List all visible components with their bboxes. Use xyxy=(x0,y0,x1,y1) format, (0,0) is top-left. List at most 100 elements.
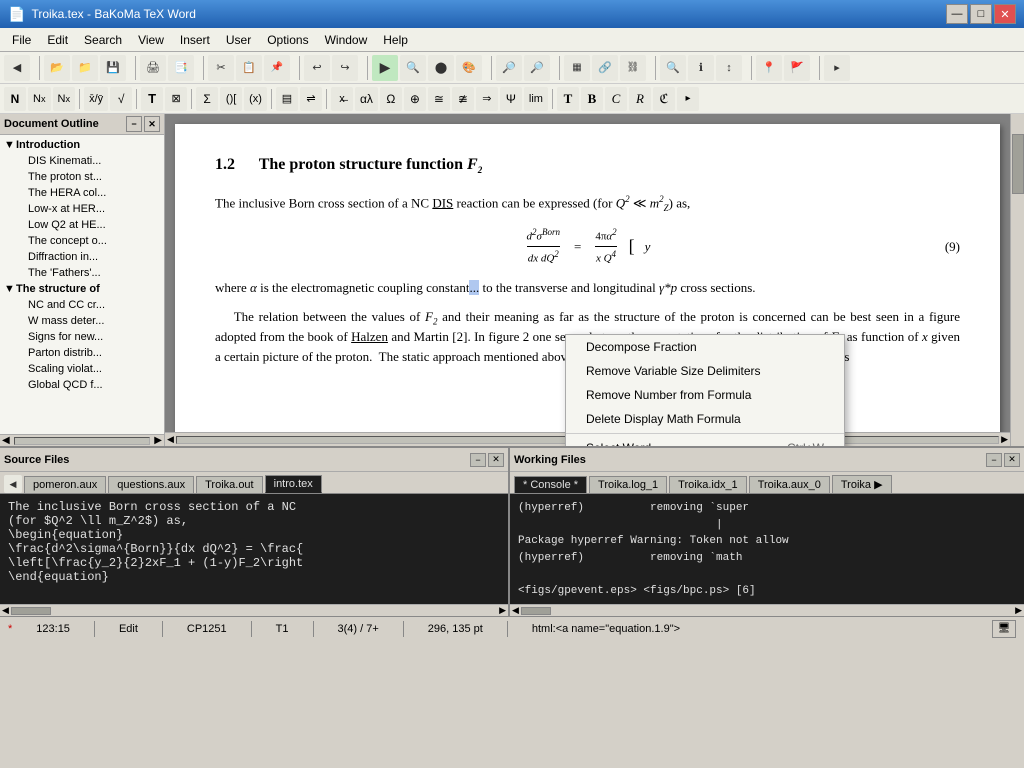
save-button[interactable]: 💾 xyxy=(100,55,126,81)
math-arrows-btn[interactable]: ⇌ xyxy=(300,87,322,111)
hscroll-right-btn[interactable]: ▶ xyxy=(1001,434,1008,445)
cut-button[interactable]: ✂ xyxy=(208,55,234,81)
undo-button[interactable]: ↩ xyxy=(304,55,330,81)
table-button[interactable]: ▦ xyxy=(564,55,590,81)
math-doubleright-btn[interactable]: ⇒ xyxy=(476,87,498,111)
outline-item-10[interactable]: NC and CC cr... xyxy=(0,297,164,313)
minimize-button[interactable]: — xyxy=(946,4,968,24)
ctx-remove-number[interactable]: Remove Number from Formula xyxy=(566,383,844,407)
source-close-btn[interactable]: ✕ xyxy=(488,453,504,467)
math-psi-btn[interactable]: Ψ xyxy=(500,87,522,111)
working-close-btn[interactable]: ✕ xyxy=(1004,453,1020,467)
outline-item-6[interactable]: The concept o... xyxy=(0,233,164,249)
zoom-button[interactable]: 🔎 xyxy=(496,55,522,81)
source-hscrollbar[interactable]: ◀ ▶ xyxy=(0,604,508,616)
menu-item-user[interactable]: User xyxy=(218,31,259,49)
info-button[interactable]: ℹ xyxy=(688,55,714,81)
math-n-btn[interactable]: N xyxy=(4,87,26,111)
working-tab-troika-idx-1[interactable]: Troika.idx_1 xyxy=(669,476,747,493)
outline-item-9[interactable]: ▼The structure of xyxy=(0,281,164,297)
editor-scrollbar[interactable] xyxy=(1010,114,1024,446)
menu-item-insert[interactable]: Insert xyxy=(172,31,218,49)
math-R-btn[interactable]: R xyxy=(629,87,651,111)
source-tab-questions-aux[interactable]: questions.aux xyxy=(108,476,194,493)
open2-button[interactable]: 📁 xyxy=(72,55,98,81)
src-hscroll-left[interactable]: ◀ xyxy=(2,605,9,616)
forward-button[interactable]: ⬤ xyxy=(428,55,454,81)
menu-item-file[interactable]: File xyxy=(4,31,39,49)
link2-button[interactable]: ⛓ xyxy=(620,55,646,81)
math-cancel-btn[interactable]: x̶ xyxy=(331,87,353,111)
print2-button[interactable]: 📑 xyxy=(168,55,194,81)
math-omega-btn[interactable]: Ω xyxy=(380,87,402,111)
math-table-btn[interactable]: ▤ xyxy=(276,87,298,111)
working-tab-troika-log-1[interactable]: Troika.log_1 xyxy=(589,476,667,493)
math-bracket-btn[interactable]: ()[ xyxy=(220,87,242,111)
src-hscroll-thumb[interactable] xyxy=(11,607,51,615)
math-frac-btn[interactable]: x̄/ȳ xyxy=(84,87,108,111)
working-tab-troika--[interactable]: Troika ▶ xyxy=(832,475,892,493)
ctx-select-word[interactable]: Select Word Ctrl+W xyxy=(566,436,844,446)
source-minimize-btn[interactable]: − xyxy=(470,453,486,467)
link-button[interactable]: 🔗 xyxy=(592,55,618,81)
working-content[interactable]: (hyperref) removing `super | Package hyp… xyxy=(510,494,1024,604)
source-tab-troika-out[interactable]: Troika.out xyxy=(196,476,263,493)
menu-item-edit[interactable]: Edit xyxy=(39,31,76,49)
working-tab-troika-aux-0[interactable]: Troika.aux_0 xyxy=(749,476,830,493)
math-T-btn[interactable]: T xyxy=(141,87,163,111)
outline-close-btn[interactable]: ✕ xyxy=(144,116,160,132)
paste-button[interactable]: 📌 xyxy=(264,55,290,81)
math-nx2-btn[interactable]: Nx xyxy=(53,87,76,111)
work-hscroll-left[interactable]: ◀ xyxy=(512,605,519,616)
outline-item-14[interactable]: Scaling violat... xyxy=(0,361,164,377)
math-approx-btn[interactable]: ≅ xyxy=(428,87,450,111)
math-notapprox-btn[interactable]: ≇ xyxy=(452,87,474,111)
menu-item-search[interactable]: Search xyxy=(76,31,130,49)
outline-item-12[interactable]: Signs for new... xyxy=(0,329,164,345)
math-box-btn[interactable]: ⊠ xyxy=(165,87,187,111)
open-button[interactable]: 📂 xyxy=(44,55,70,81)
math-sum-btn[interactable]: Σ xyxy=(196,87,218,111)
menu-item-options[interactable]: Options xyxy=(259,31,316,49)
color-button[interactable]: 🎨 xyxy=(456,55,482,81)
scroll-right-btn[interactable]: ▶ xyxy=(154,435,162,446)
search-button[interactable]: 🔍 xyxy=(400,55,426,81)
math-bold-btn[interactable]: B xyxy=(581,87,603,111)
outline-item-1[interactable]: DIS Kinemati... xyxy=(0,153,164,169)
compile-button[interactable]: ▶ xyxy=(372,55,398,81)
working-minimize-btn[interactable]: − xyxy=(986,453,1002,467)
flag-button[interactable]: 🚩 xyxy=(784,55,810,81)
sync-button[interactable]: ↕ xyxy=(716,55,742,81)
nav-button[interactable]: 📍 xyxy=(756,55,782,81)
math-lim-btn[interactable]: lim xyxy=(524,87,548,111)
print-button[interactable]: 🖨 xyxy=(140,55,166,81)
working-tab---console--[interactable]: * Console * xyxy=(514,476,587,493)
vscroll-thumb[interactable] xyxy=(1012,134,1024,194)
source-tab-pomeron-aux[interactable]: pomeron.aux xyxy=(24,476,106,493)
outline-item-4[interactable]: Low-x at HER... xyxy=(0,201,164,217)
math-T2-btn[interactable]: T xyxy=(557,87,579,111)
close-button[interactable]: ✕ xyxy=(994,4,1016,24)
outline-item-8[interactable]: The 'Fathers'... xyxy=(0,265,164,281)
outline-item-13[interactable]: Parton distrib... xyxy=(0,345,164,361)
outline-item-5[interactable]: Low Q2 at HE... xyxy=(0,217,164,233)
hscroll-left-btn[interactable]: ◀ xyxy=(167,434,174,445)
outline-item-11[interactable]: W mass deter... xyxy=(0,313,164,329)
maximize-button[interactable]: □ xyxy=(970,4,992,24)
find-button[interactable]: 🔍 xyxy=(660,55,686,81)
scroll-thumb[interactable] xyxy=(14,437,151,445)
zoom2-button[interactable]: 🔎 xyxy=(524,55,550,81)
scroll-left-btn[interactable]: ◀ xyxy=(2,435,10,446)
outline-item-15[interactable]: Global QCD f... xyxy=(0,377,164,393)
working-hscrollbar[interactable]: ◀ ▶ xyxy=(510,604,1024,616)
ctx-decompose-fraction[interactable]: Decompose Fraction xyxy=(566,335,844,359)
ctx-delete-formula[interactable]: Delete Display Math Formula xyxy=(566,407,844,431)
math-paren-btn[interactable]: (x) xyxy=(244,87,267,111)
math-circle-btn[interactable]: ⊕ xyxy=(404,87,426,111)
math-frakC-btn[interactable]: ℭ xyxy=(653,87,675,111)
back-button[interactable]: ◀ xyxy=(4,55,30,81)
math-nx-btn[interactable]: Nx xyxy=(28,87,51,111)
math-more-btn[interactable]: ▸ xyxy=(677,87,699,111)
more-button[interactable]: ▸ xyxy=(824,55,850,81)
menu-item-window[interactable]: Window xyxy=(317,31,376,49)
